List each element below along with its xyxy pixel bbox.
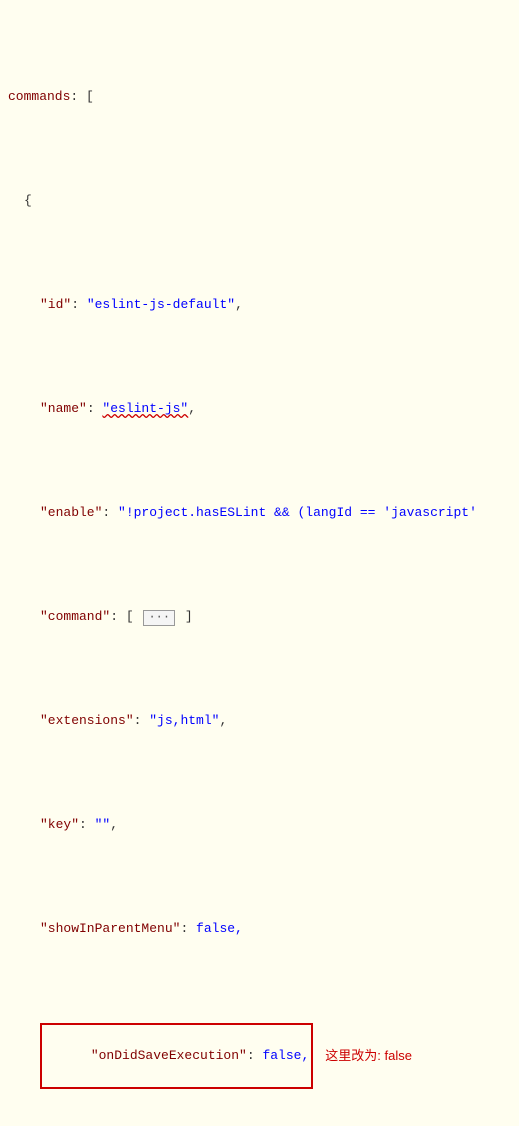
code-block: commands: [ { "id": "eslint-js-default",… — [0, 0, 519, 1126]
line-key1: "key": "", — [32, 815, 519, 836]
line-id1: "id": "eslint-js-default", — [32, 295, 519, 316]
line-command1: "command": [ ··· ] — [32, 607, 519, 628]
ellipsis-box-1[interactable]: ··· — [143, 610, 175, 626]
line-commands: commands: [ — [0, 87, 519, 108]
line-showinparentmenu1: "showInParentMenu": false, — [32, 919, 519, 940]
line-open-brace1: { — [16, 191, 519, 212]
line-ondidsaveexecution1: "onDidSaveExecution": false, 这里改为: false — [32, 1023, 519, 1089]
line-extensions1: "extensions": "js,html", — [32, 711, 519, 732]
line-enable1: "enable": "!project.hasESLint && (langId… — [32, 503, 519, 524]
commands-key: commands — [8, 87, 70, 108]
line-name1: "name": "eslint-js", — [32, 399, 519, 420]
comment-false: 这里改为: false — [325, 1046, 412, 1067]
red-box-1: "onDidSaveExecution": false, — [40, 1023, 313, 1089]
